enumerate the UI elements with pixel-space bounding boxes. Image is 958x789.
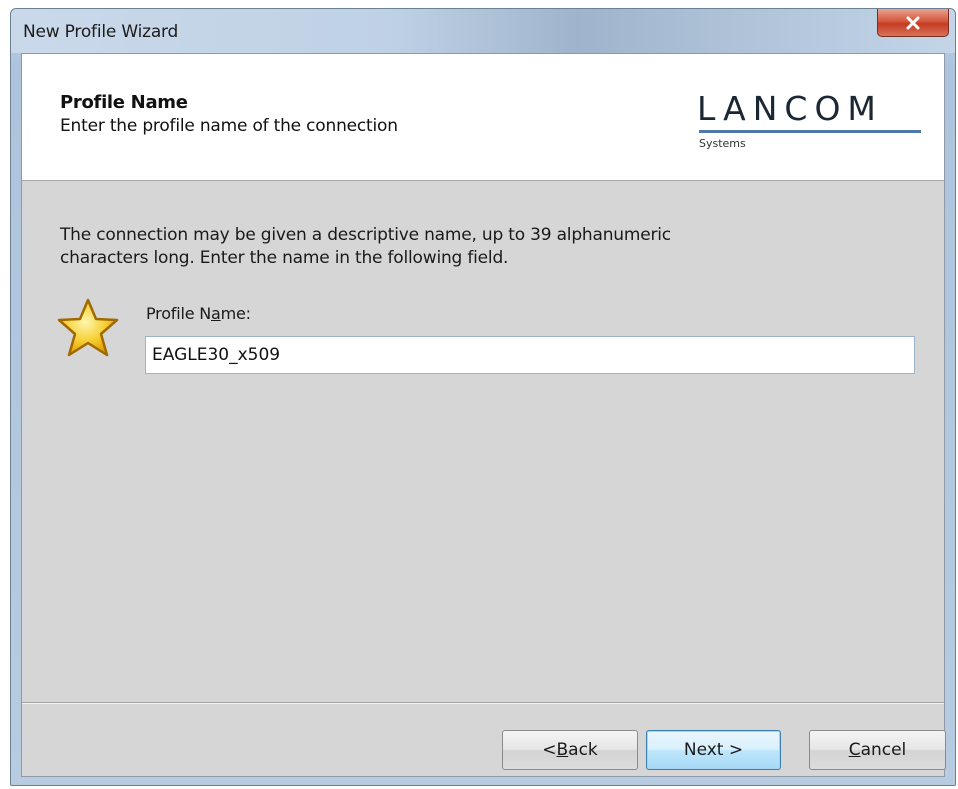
footer-separator xyxy=(22,702,944,704)
label-mnemonic: a xyxy=(211,304,221,323)
logo-underline xyxy=(699,130,921,133)
cancel-button[interactable]: Cancel xyxy=(809,730,946,770)
button-text: ack xyxy=(568,740,598,760)
wizard-window: New Profile Wizard Profile Name Enter th… xyxy=(10,8,956,786)
profile-name-label: Profile Name: xyxy=(146,304,251,323)
button-mnemonic: C xyxy=(848,740,861,760)
close-icon xyxy=(905,16,921,30)
wizard-header: Profile Name Enter the profile name of t… xyxy=(22,54,944,181)
logo-subtitle: Systems xyxy=(699,137,746,150)
page-title: Profile Name xyxy=(60,92,188,113)
description-line: The connection may be given a descriptiv… xyxy=(60,225,671,245)
logo-wordmark: LANCOM xyxy=(697,89,883,128)
next-button[interactable]: Next > xyxy=(646,730,781,770)
label-text: me: xyxy=(220,304,251,323)
profile-name-input[interactable] xyxy=(145,336,915,374)
button-mnemonic: B xyxy=(556,740,569,760)
back-button[interactable]: < Back xyxy=(502,730,638,770)
lancom-logo: LANCOM Systems xyxy=(697,92,922,152)
star-icon xyxy=(56,296,120,360)
label-text: Profile N xyxy=(146,304,212,323)
dialog-client-area: Profile Name Enter the profile name of t… xyxy=(21,53,946,777)
button-text: < xyxy=(542,740,557,760)
description-text: The connection may be given a descriptiv… xyxy=(60,224,820,270)
button-text: Next > xyxy=(683,740,744,760)
page-subtitle: Enter the profile name of the connection xyxy=(60,116,398,136)
title-bar[interactable]: New Profile Wizard xyxy=(11,9,955,53)
window-title: New Profile Wizard xyxy=(23,22,179,42)
description-line: characters long. Enter the name in the f… xyxy=(60,248,509,268)
button-text: ancel xyxy=(860,740,907,760)
close-button[interactable] xyxy=(877,9,949,37)
